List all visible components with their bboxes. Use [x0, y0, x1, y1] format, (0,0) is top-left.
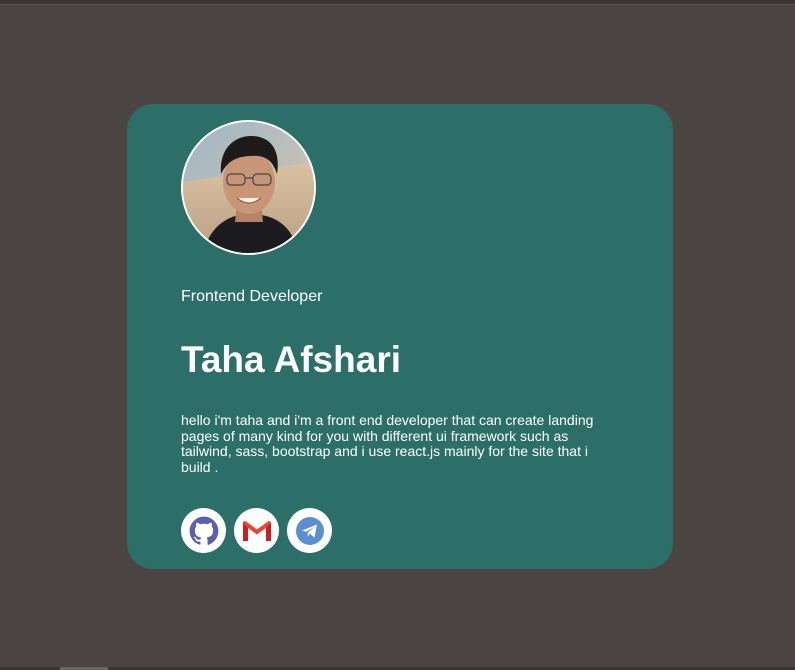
- github-icon: [189, 516, 218, 545]
- telegram-icon: [295, 516, 324, 545]
- github-link[interactable]: [181, 508, 226, 553]
- telegram-link[interactable]: [287, 508, 332, 553]
- profile-bio: hello i'm taha and i'm a front end devel…: [181, 412, 594, 475]
- job-title: Frontend Developer: [181, 288, 323, 305]
- avatar-photo: [183, 122, 314, 253]
- profile-name: Taha Afshari: [181, 339, 401, 380]
- avatar: [181, 120, 316, 255]
- social-links: [181, 508, 332, 553]
- gmail-icon: [242, 520, 271, 541]
- gmail-link[interactable]: [234, 508, 279, 553]
- profile-card: Frontend Developer Taha Afshari hello i'…: [127, 104, 673, 569]
- window-top-border: [0, 0, 795, 5]
